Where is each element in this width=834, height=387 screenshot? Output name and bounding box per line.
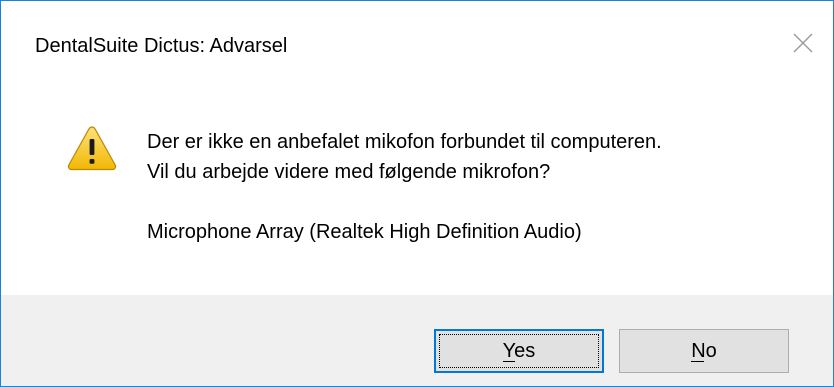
dialog-content: Der er ikke en anbefalet mikofon forbund… xyxy=(1,85,833,295)
no-button[interactable]: No xyxy=(619,329,789,373)
yes-button[interactable]: Yes xyxy=(434,329,604,373)
message-text: Der er ikke en anbefalet mikofon forbund… xyxy=(147,127,662,247)
close-button[interactable] xyxy=(773,15,833,71)
button-bar: Yes No xyxy=(1,295,833,386)
yes-button-label: Yes xyxy=(502,339,536,362)
dialog-window: DentalSuite Dictus: Advarsel Der er ikke… xyxy=(0,0,834,387)
microphone-device-name: Microphone Array (Realtek High Definitio… xyxy=(147,221,582,243)
message-line-1: Der er ikke en anbefalet mikofon forbund… xyxy=(147,131,662,153)
no-button-label: No xyxy=(691,339,717,362)
message-line-2: Vil du arbejde videre med følgende mikro… xyxy=(147,161,551,183)
close-icon xyxy=(793,33,813,53)
window-title: DentalSuite Dictus: Advarsel xyxy=(35,35,288,57)
title-bar[interactable]: DentalSuite Dictus: Advarsel xyxy=(1,1,833,85)
warning-icon xyxy=(67,126,117,171)
